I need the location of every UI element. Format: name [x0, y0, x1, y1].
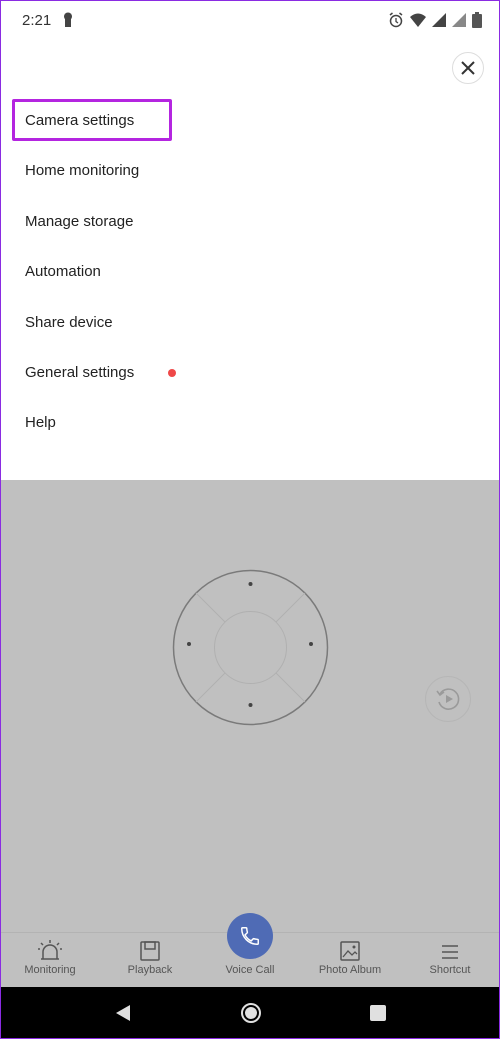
close-button[interactable]	[452, 52, 484, 84]
tab-playback[interactable]: Playback	[100, 933, 200, 987]
status-bar: 2:21	[0, 0, 500, 40]
ptz-down-dot	[248, 703, 253, 707]
menu-item-share-device[interactable]: Share device	[12, 301, 172, 343]
tab-label: Shortcut	[429, 964, 471, 976]
tab-label: Monitoring	[24, 964, 76, 976]
menu-item-label: Home monitoring	[25, 161, 140, 179]
tab-photo-album[interactable]: Photo Album	[300, 933, 400, 987]
alarm-light-icon	[38, 940, 62, 960]
recents-icon[interactable]	[370, 1005, 386, 1021]
photo-album-icon	[340, 941, 360, 961]
ptz-up-dot	[248, 582, 253, 586]
replay-icon	[436, 688, 460, 710]
system-nav-bar	[0, 987, 500, 1039]
replay-button[interactable]	[425, 676, 471, 722]
menu-item-general-settings[interactable]: General settings	[12, 351, 172, 393]
close-icon	[461, 61, 475, 75]
ptz-joystick[interactable]	[171, 568, 330, 727]
ptz-right-dot	[309, 642, 313, 646]
menu-item-home-monitoring[interactable]: Home monitoring	[12, 149, 172, 191]
playback-icon	[140, 941, 160, 961]
menu-item-label: Automation	[25, 262, 101, 280]
tab-monitoring[interactable]: Monitoring	[0, 933, 100, 987]
tab-label: Voice Call	[225, 964, 275, 976]
back-icon[interactable]	[114, 1004, 132, 1022]
ptz-left-dot	[187, 642, 191, 646]
keyhole-icon	[64, 12, 73, 27]
menu-item-label: Camera settings	[25, 111, 135, 129]
status-time: 2:21	[22, 11, 52, 29]
signal-secondary-icon	[452, 13, 466, 27]
menu-item-automation[interactable]: Automation	[12, 250, 172, 292]
phone-icon	[241, 927, 259, 945]
home-icon[interactable]	[240, 1002, 262, 1024]
menu-item-help[interactable]: Help	[12, 401, 172, 443]
menu-item-label: Manage storage	[25, 212, 134, 230]
tab-shortcut[interactable]: Shortcut	[400, 933, 500, 987]
signal-icon	[432, 13, 446, 27]
menu-item-manage-storage[interactable]: Manage storage	[12, 200, 172, 242]
menu-icon	[442, 945, 458, 959]
tab-label: Photo Album	[318, 964, 382, 976]
alarm-icon	[389, 12, 403, 28]
menu-item-label: General settings	[25, 363, 135, 381]
menu-item-camera-settings[interactable]: Camera settings	[12, 99, 172, 141]
wifi-icon	[410, 13, 426, 27]
menu-item-label: Share device	[25, 313, 113, 331]
menu-item-label: Help	[25, 413, 56, 431]
notification-dot	[168, 369, 176, 377]
battery-icon	[472, 12, 482, 28]
voice-call-button[interactable]	[227, 913, 273, 959]
tab-label: Playback	[127, 964, 173, 976]
